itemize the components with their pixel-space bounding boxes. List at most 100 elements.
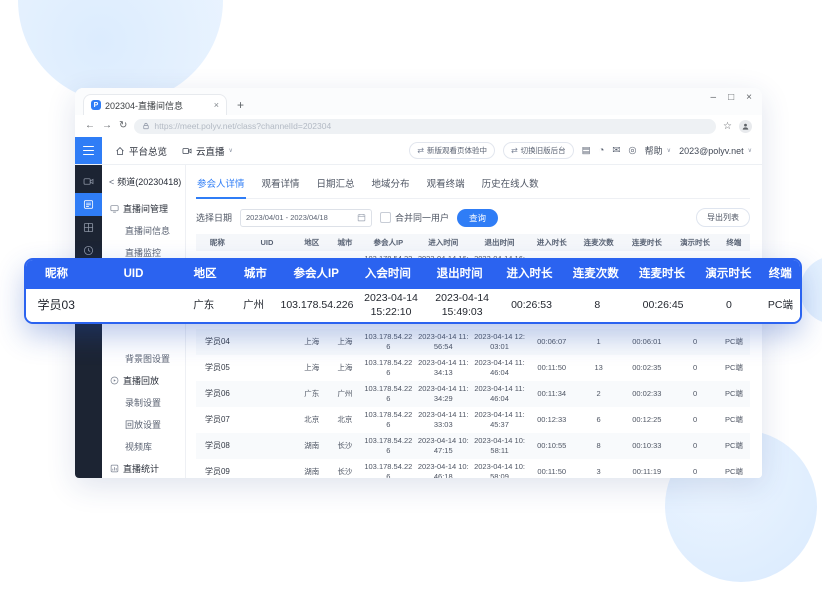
- sidebar-item-label: 回放设置: [125, 420, 161, 430]
- table-cell: [239, 340, 295, 344]
- stats-icon: [110, 464, 119, 473]
- table-cell: 13: [576, 361, 622, 375]
- tab-观看详情[interactable]: 观看详情: [261, 170, 301, 198]
- overlay-cell: 2023-04-14 15:22:10: [355, 292, 426, 318]
- table-cell: 上海: [295, 361, 328, 375]
- table-cell: 0: [672, 387, 718, 401]
- account-menu[interactable]: 2023@polyv.net ∨: [679, 146, 752, 156]
- reload-icon[interactable]: ↻: [119, 121, 127, 131]
- table-row-学员08[interactable]: 学员08湖南长沙103.178.54.2262023-04-14 10:47:1…: [196, 433, 750, 459]
- merge-user-checkbox[interactable]: [380, 212, 391, 223]
- sidebar-item-回放设置[interactable]: 回放设置: [102, 413, 185, 435]
- table-cell: 学员07: [196, 413, 239, 427]
- browser-profile-avatar[interactable]: [739, 120, 752, 133]
- overlay-column-header-参会人IP: 参会人IP: [280, 267, 352, 281]
- table-cell: 0: [672, 413, 718, 427]
- column-header-演示时长: 演示时长: [672, 236, 718, 250]
- column-header-退出时间: 退出时间: [471, 236, 527, 250]
- table-row-学员07[interactable]: 学员07北京北京103.178.54.2262023-04-14 11:33:0…: [196, 407, 750, 433]
- table-cell: 学员08: [196, 439, 239, 453]
- sidebar-group-直播间管理[interactable]: 直播间管理: [102, 197, 185, 219]
- table-cell: 1: [576, 335, 622, 349]
- export-list-button[interactable]: 导出列表: [696, 208, 750, 227]
- tab-地域分布[interactable]: 地域分布: [371, 170, 411, 198]
- overlay-cell: 8: [565, 299, 629, 312]
- table-row-学员05[interactable]: 学员05上海上海103.178.54.2262023-04-14 11:34:1…: [196, 355, 750, 381]
- merge-user-label: 合并同一用户: [395, 211, 449, 224]
- rail-grid-icon[interactable]: [75, 216, 102, 239]
- sidebar-item-录制设置[interactable]: 录制设置: [102, 391, 185, 413]
- tab-close-icon[interactable]: ×: [214, 100, 219, 110]
- cloud-live-label: 云直播: [196, 144, 225, 158]
- sidebar-group-直播统计[interactable]: 直播统计: [102, 457, 185, 478]
- rail-video-camera-icon[interactable]: [75, 170, 102, 193]
- back-icon[interactable]: ←: [85, 121, 95, 131]
- sidebar-item-直播间信息[interactable]: 直播间信息: [102, 219, 185, 241]
- table-cell: 2023-04-14 11:45:37: [471, 408, 527, 432]
- nav-platform-overview[interactable]: 平台总览: [115, 144, 167, 158]
- new-version-pill-button[interactable]: ⇄ 新版观看页体验中: [409, 142, 495, 159]
- tab-日期汇总[interactable]: 日期汇总: [316, 170, 356, 198]
- tab-参会人详情[interactable]: 参会人详情: [196, 170, 246, 199]
- switch-old-version-pill-button[interactable]: ⇄ 切换旧版后台: [503, 142, 574, 159]
- table-row-学员09[interactable]: 学员09湖南长沙103.178.54.2262023-04-14 10:46:1…: [196, 459, 750, 478]
- new-tab-button[interactable]: +: [237, 98, 244, 112]
- date-range-value: 2023/04/01 - 2023/04/18: [246, 213, 328, 222]
- table-cell: 上海: [328, 361, 361, 375]
- tab-历史在线人数[interactable]: 历史在线人数: [481, 170, 540, 198]
- window-maximize-button[interactable]: □: [728, 93, 734, 103]
- switch-old-version-label: 切换旧版后台: [521, 145, 566, 156]
- help-label: 帮助: [645, 144, 663, 157]
- table-row-学员06[interactable]: 学员06广东广州103.178.54.2262023-04-14 11:34:2…: [196, 381, 750, 407]
- sidebar-item-label: 视频库: [125, 442, 152, 452]
- service-icon[interactable]: ◎: [628, 145, 636, 156]
- overlay-data-row[interactable]: 学员03广东广州103.178.54.2262023-04-14 15:22:1…: [26, 289, 800, 322]
- live-camera-icon: [182, 146, 192, 156]
- table-cell: PC端: [718, 413, 750, 427]
- sidebar-item-背景图设置[interactable]: 背景图设置: [102, 347, 185, 369]
- column-header-连麦时长: 连麦时长: [621, 236, 672, 250]
- back-chevron-icon[interactable]: <: [109, 177, 114, 187]
- table-cell: 上海: [328, 335, 361, 349]
- table-cell: 00:06:01: [621, 335, 672, 349]
- table-cell: 2023-04-14 10:47:15: [415, 434, 471, 458]
- table-row-学员04[interactable]: 学员04上海上海103.178.54.2262023-04-14 11:56:5…: [196, 329, 750, 355]
- search-button[interactable]: 查询: [457, 209, 498, 227]
- browser-tab[interactable]: P 202304-直播间信息 ×: [83, 94, 227, 115]
- sidebar-group-直播回放[interactable]: 直播回放: [102, 369, 185, 391]
- forward-icon[interactable]: →: [102, 121, 112, 131]
- table-cell: 00:10:55: [528, 439, 576, 453]
- channel-header[interactable]: < 频道(20230418): [102, 171, 185, 197]
- mail-icon[interactable]: ✉: [612, 145, 620, 156]
- table-cell: 103.178.54.226: [362, 434, 416, 458]
- overlay-column-header-连麦次数: 连麦次数: [564, 267, 629, 281]
- table-cell: 00:10:33: [621, 439, 672, 453]
- table-cell: 00:11:50: [528, 465, 576, 478]
- overlay-column-header-终端: 终端: [761, 267, 800, 281]
- tab-观看终端[interactable]: 观看终端: [426, 170, 466, 198]
- table-cell: 103.178.54.226: [362, 460, 416, 478]
- table-cell: 上海: [295, 335, 328, 349]
- help-menu[interactable]: 帮助 ∨: [645, 144, 671, 157]
- window-close-button[interactable]: ×: [746, 93, 752, 103]
- date-range-input[interactable]: 2023/04/01 - 2023/04/18: [240, 209, 372, 227]
- address-bar[interactable]: https://meet.polyv.net/class?channelId=2…: [134, 119, 716, 134]
- notice-icon[interactable]: ▤: [582, 145, 591, 156]
- overlay-column-header-退出时间: 退出时间: [424, 267, 496, 281]
- history-icon[interactable]: ◔: [599, 145, 605, 156]
- nav-cloud-live[interactable]: 云直播 ∨: [182, 144, 233, 158]
- magnified-row-overlay: 昵称UID地区城市参会人IP入会时间退出时间进入时长连麦次数连麦时长演示时长终端…: [24, 258, 802, 324]
- menu-hamburger-icon[interactable]: [75, 137, 102, 164]
- table-cell: PC端: [718, 465, 750, 478]
- bookmark-star-icon[interactable]: ☆: [723, 121, 732, 132]
- rail-list-icon[interactable]: [75, 193, 102, 216]
- sidebar-item-视频库[interactable]: 视频库: [102, 435, 185, 457]
- decor-circle-right: [800, 256, 822, 324]
- sidebar-item-label: 直播监控: [125, 248, 161, 258]
- table-cell: 2023-04-14 10:46:18: [415, 460, 471, 478]
- table-cell: 00:12:25: [621, 413, 672, 427]
- table-cell: 103.178.54.226: [362, 382, 416, 406]
- table-cell: 2023-04-14 11:33:03: [415, 408, 471, 432]
- table-cell: 103.178.54.226: [362, 330, 416, 354]
- window-minimize-button[interactable]: –: [711, 93, 717, 103]
